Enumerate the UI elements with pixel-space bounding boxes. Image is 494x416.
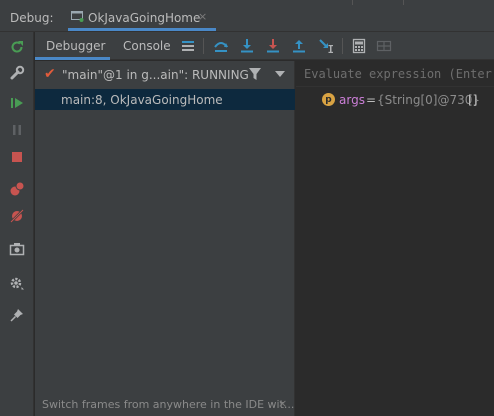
run-to-cursor-icon xyxy=(319,39,333,53)
camera-icon xyxy=(9,243,25,256)
debugger-tabs-toolbar: Debugger Console xyxy=(35,32,494,60)
trace-icon xyxy=(376,40,392,52)
rerun-icon xyxy=(11,41,23,53)
gear-icon xyxy=(10,277,24,290)
debug-tool-window-header: Debug: OkJavaGoingHome × xyxy=(0,0,494,32)
hint-text: Switch frames from anywhere in the IDE w… xyxy=(42,398,295,411)
mute-breakpoints-icon xyxy=(10,209,24,223)
evaluate-expression-button[interactable] xyxy=(350,37,368,55)
pause-button[interactable] xyxy=(8,121,26,139)
run-to-cursor-button[interactable] xyxy=(317,37,335,55)
active-tab-indicator xyxy=(68,28,216,31)
layout-icon xyxy=(182,41,194,51)
force-step-into-icon xyxy=(267,39,279,53)
debug-label: Debug: xyxy=(10,11,54,25)
run-config-tab[interactable]: OkJavaGoingHome × xyxy=(68,0,216,32)
window-edge-marks xyxy=(350,0,494,6)
trace-button[interactable] xyxy=(375,37,393,55)
stop-icon xyxy=(12,152,22,162)
thread-label: "main"@1 in g...ain": RUNNING xyxy=(62,68,249,82)
modify-run-config-button[interactable] xyxy=(8,64,26,82)
show-execution-point-icon xyxy=(214,42,228,52)
settings-button[interactable] xyxy=(8,274,26,292)
run-config-icon xyxy=(71,11,84,22)
pin-tab-button[interactable] xyxy=(8,306,26,324)
variable-equals: = xyxy=(366,93,377,107)
variable-value: {String[0]@730} xyxy=(377,93,480,107)
parameter-badge-icon: p xyxy=(322,93,335,106)
filter-icon[interactable] xyxy=(248,67,262,81)
evaluate-expression-input[interactable] xyxy=(296,61,494,87)
resume-icon xyxy=(11,98,23,108)
variable-array-value: [] xyxy=(468,93,478,107)
step-into-icon xyxy=(241,39,253,53)
close-tab-icon[interactable]: × xyxy=(198,10,207,23)
get-thread-dump-button[interactable] xyxy=(8,240,26,258)
pause-icon xyxy=(13,125,21,135)
toolbar-separator xyxy=(342,38,343,54)
show-execution-point-button[interactable] xyxy=(212,37,230,55)
frames-hint-bar: Switch frames from anywhere in the IDE w… xyxy=(35,394,295,416)
step-out-icon xyxy=(293,40,305,53)
stop-button[interactable] xyxy=(8,148,26,166)
frame-item[interactable]: main:8, OkJavaGoingHome xyxy=(35,89,295,110)
variables-panel: p args = {String[0]@730} [] xyxy=(296,61,494,416)
layout-button[interactable] xyxy=(179,37,197,55)
wrench-icon xyxy=(10,65,25,80)
variable-row[interactable]: p args = {String[0]@730} [] xyxy=(296,89,494,111)
variable-name: args xyxy=(339,93,365,107)
step-over-button[interactable] xyxy=(238,37,256,55)
run-config-label: OkJavaGoingHome xyxy=(88,11,201,25)
chevron-down-icon[interactable] xyxy=(275,70,285,78)
calculator-icon xyxy=(352,38,366,54)
pin-icon xyxy=(10,309,23,322)
view-breakpoints-icon xyxy=(10,181,25,196)
rerun-button[interactable] xyxy=(8,38,26,56)
resume-button[interactable] xyxy=(8,94,26,112)
frame-label: main:8, OkJavaGoingHome xyxy=(61,93,223,107)
check-icon: ✔ xyxy=(44,66,56,82)
mute-breakpoints-button[interactable] xyxy=(8,207,26,225)
force-step-into-button[interactable] xyxy=(264,37,282,55)
tab-console[interactable]: Console xyxy=(112,32,180,60)
left-toolbar xyxy=(0,32,34,416)
frames-panel: ✔ "main"@1 in g...ain": RUNNING main:8, … xyxy=(35,61,295,416)
thread-selector[interactable]: ✔ "main"@1 in g...ain": RUNNING xyxy=(35,61,295,88)
toolbar-separator xyxy=(203,38,204,54)
view-breakpoints-button[interactable] xyxy=(8,180,26,198)
tab-debugger[interactable]: Debugger xyxy=(35,32,110,60)
step-out-button[interactable] xyxy=(290,37,308,55)
close-hint-icon[interactable]: × xyxy=(278,397,287,410)
